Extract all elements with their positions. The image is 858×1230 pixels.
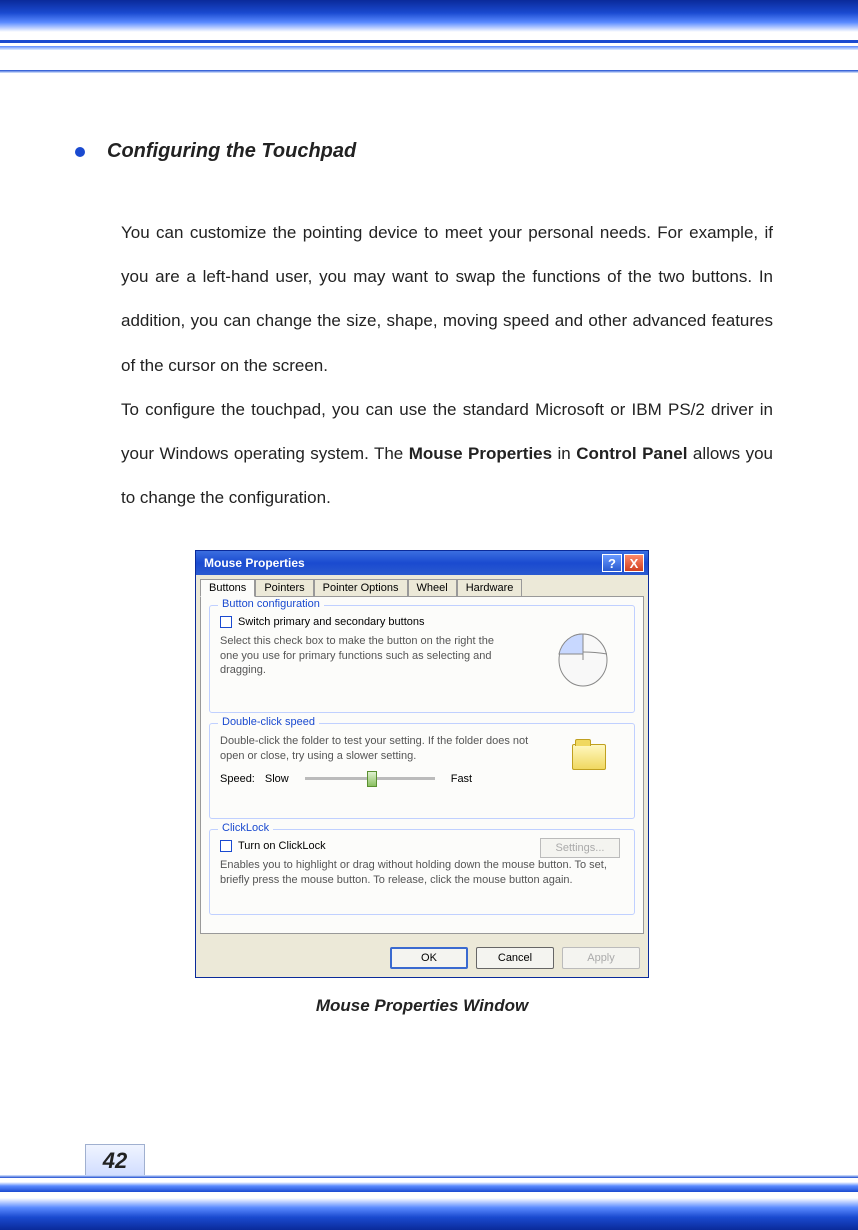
page-header-decoration — [0, 0, 858, 100]
cancel-button[interactable]: Cancel — [476, 947, 554, 969]
figure-caption: Mouse Properties Window — [195, 996, 649, 1016]
paragraph-1: You can customize the pointing device to… — [121, 211, 773, 388]
ok-button[interactable]: OK — [390, 947, 468, 969]
group-legend: Button configuration — [218, 598, 324, 610]
group-description: Enables you to highlight or drag without… — [220, 858, 620, 887]
heading-text: Configuring the Touchpad — [107, 140, 356, 163]
group-button-configuration: Button configuration Switch primary and … — [209, 605, 635, 713]
tab-hardware[interactable]: Hardware — [457, 579, 523, 597]
help-button[interactable]: ? — [602, 554, 622, 572]
paragraph-2: To configure the touchpad, you can use t… — [121, 388, 773, 521]
window-title: Mouse Properties — [200, 556, 600, 570]
body-paragraphs: You can customize the pointing device to… — [121, 211, 773, 520]
figure: Mouse Properties ? X Buttons Pointers Po… — [195, 550, 649, 1016]
tab-pointers[interactable]: Pointers — [255, 579, 313, 597]
page-footer-decoration — [0, 1175, 858, 1230]
mouse-icon — [548, 620, 618, 690]
tab-pointer-options[interactable]: Pointer Options — [314, 579, 408, 597]
folder-icon[interactable] — [572, 744, 606, 770]
page-content: Configuring the Touchpad You can customi… — [85, 140, 773, 1016]
speed-slider[interactable] — [305, 777, 435, 780]
speed-slider-row: Speed: Slow Fast — [220, 773, 624, 785]
close-button[interactable]: X — [624, 554, 644, 572]
dialog-button-row: OK Cancel Apply — [196, 939, 648, 977]
slow-label: Slow — [265, 773, 289, 785]
speed-label: Speed: — [220, 773, 255, 785]
group-clicklock: ClickLock Turn on ClickLock Settings... … — [209, 829, 635, 915]
apply-button[interactable]: Apply — [562, 947, 640, 969]
settings-button[interactable]: Settings... — [540, 838, 620, 858]
section-heading: Configuring the Touchpad — [75, 140, 773, 163]
checkbox-switch-buttons[interactable] — [220, 616, 232, 628]
checkbox-label: Switch primary and secondary buttons — [238, 616, 424, 628]
bullet-icon — [75, 147, 85, 157]
checkbox-label: Turn on ClickLock — [238, 840, 326, 852]
tab-wheel[interactable]: Wheel — [408, 579, 457, 597]
group-description: Double-click the folder to test your set… — [220, 734, 530, 763]
page-number: 42 — [85, 1144, 145, 1178]
titlebar[interactable]: Mouse Properties ? X — [196, 551, 648, 575]
slider-thumb-icon[interactable] — [367, 771, 377, 787]
tab-strip: Buttons Pointers Pointer Options Wheel H… — [196, 575, 648, 597]
tab-body: Button configuration Switch primary and … — [200, 596, 644, 934]
group-doubleclick-speed: Double-click speed Double-click the fold… — [209, 723, 635, 819]
group-description: Select this check box to make the button… — [220, 634, 510, 677]
tab-buttons[interactable]: Buttons — [200, 579, 255, 597]
group-legend: ClickLock — [218, 822, 273, 834]
checkbox-clicklock[interactable] — [220, 840, 232, 852]
fast-label: Fast — [451, 773, 472, 785]
group-legend: Double-click speed — [218, 716, 319, 728]
mouse-properties-dialog: Mouse Properties ? X Buttons Pointers Po… — [195, 550, 649, 978]
